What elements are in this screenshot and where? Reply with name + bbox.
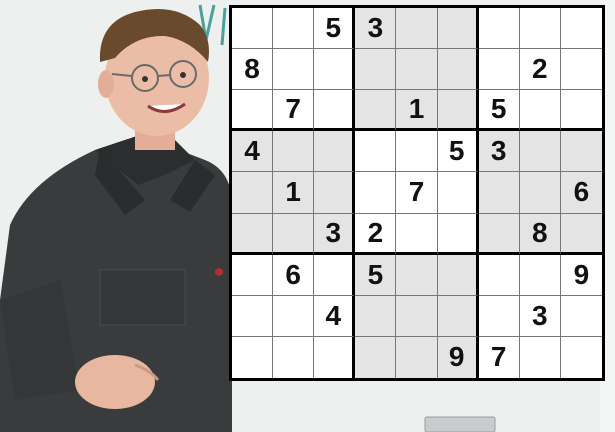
sudoku-cell-r9c4[interactable] [355,336,397,378]
sudoku-cell-r2c8[interactable]: 2 [519,49,561,91]
sudoku-cell-r6c5[interactable] [396,213,438,255]
sudoku-cell-r4c9[interactable] [560,131,602,173]
sudoku-cell-r1c4[interactable]: 3 [355,8,397,50]
sudoku-cell-r4c3[interactable] [314,131,356,173]
sudoku-cell-r9c3[interactable] [314,336,356,378]
sudoku-cell-r5c2[interactable]: 1 [273,172,315,214]
sudoku-cell-r8c7[interactable] [478,295,520,337]
sudoku-cell-r8c2[interactable] [273,295,315,337]
sudoku-cell-r2c2[interactable] [273,49,315,91]
sudoku-cell-r9c6[interactable]: 9 [437,336,479,378]
sudoku-cell-r5c7[interactable] [478,172,520,214]
sudoku-cell-r3c1[interactable] [232,90,274,132]
sudoku-cell-r4c8[interactable] [519,131,561,173]
sudoku-cell-r8c4[interactable] [355,295,397,337]
sudoku-cell-r2c3[interactable] [314,49,356,91]
sudoku-cell-r9c9[interactable] [561,337,602,378]
sudoku-cell-r5c6[interactable] [437,172,479,214]
sudoku-cell-r8c6[interactable] [437,295,479,337]
sudoku-cell-r4c7[interactable]: 3 [478,131,520,173]
sudoku-cell-r7c5[interactable] [396,254,438,296]
sudoku-cell-r3c6[interactable] [437,90,479,132]
sudoku-cell-r6c1[interactable] [232,213,274,255]
sudoku-cell-r2c9[interactable] [560,49,602,91]
sudoku-cell-r1c9[interactable] [560,8,602,50]
sudoku-cell-r2c4[interactable] [355,49,397,91]
sudoku-cell-r3c2[interactable]: 7 [273,90,315,132]
sudoku-cell-r2c5[interactable] [396,49,438,91]
sudoku-cell-r1c7[interactable] [478,8,520,50]
sudoku-cell-r2c1[interactable]: 8 [232,49,274,91]
sudoku-cell-r5c5[interactable]: 7 [396,172,438,214]
sudoku-cell-r3c7[interactable]: 5 [478,90,520,132]
sudoku-cell-r3c3[interactable] [314,90,356,132]
sudoku-cell-r6c9[interactable] [560,213,602,255]
sudoku-cell-r7c7[interactable] [478,254,520,296]
sudoku-cell-r1c2[interactable] [273,8,315,50]
sudoku-cell-r4c4[interactable] [355,131,397,173]
sudoku-cell-r2c7[interactable] [478,49,520,91]
sudoku-cell-r8c5[interactable] [396,295,438,337]
sudoku-board: 53827154531763286594397 [229,5,605,381]
sudoku-cell-r5c1[interactable] [232,172,274,214]
sudoku-cell-r1c1[interactable] [232,8,274,50]
sudoku-cell-r4c6[interactable]: 5 [437,131,479,173]
sudoku-cell-r8c8[interactable]: 3 [519,295,561,337]
sudoku-cell-r7c4[interactable]: 5 [355,254,397,296]
sudoku-cell-r6c8[interactable]: 8 [519,213,561,255]
sudoku-cell-r2c6[interactable] [437,49,479,91]
sudoku-cell-r5c3[interactable] [314,172,356,214]
sudoku-cell-r3c4[interactable] [355,90,397,132]
sudoku-cell-r9c1[interactable] [232,336,274,378]
sudoku-cell-r9c8[interactable] [520,336,561,378]
sudoku-cell-r8c1[interactable] [232,295,274,337]
sudoku-cell-r1c8[interactable] [519,8,561,50]
sudoku-cell-r1c3[interactable]: 5 [314,8,356,50]
sudoku-cell-r4c5[interactable] [396,131,438,173]
sudoku-cell-r3c8[interactable] [519,90,561,132]
sudoku-cell-r9c7[interactable]: 7 [479,336,520,378]
sudoku-cell-r4c2[interactable] [273,131,315,173]
sudoku-cell-r7c1[interactable] [232,254,274,296]
sudoku-cell-r9c2[interactable] [273,336,315,378]
sudoku-cell-r3c5[interactable]: 1 [396,90,438,132]
sudoku-cell-r5c8[interactable] [519,172,561,214]
sudoku-cell-r7c9[interactable]: 9 [560,255,602,296]
sudoku-cell-r4c1[interactable]: 4 [232,131,274,173]
sudoku-cell-r6c2[interactable] [273,213,315,255]
sudoku-cell-r7c2[interactable]: 6 [273,254,315,296]
sudoku-cell-r6c4[interactable]: 2 [355,213,397,255]
sudoku-cell-r6c6[interactable] [437,213,479,255]
sudoku-cell-r7c3[interactable] [314,254,356,296]
sudoku-cell-r9c5[interactable] [396,336,438,378]
sudoku-cell-r6c3[interactable]: 3 [314,213,356,255]
sudoku-cell-r5c9[interactable]: 6 [560,172,602,214]
sudoku-cell-r5c4[interactable] [355,172,397,214]
sudoku-cell-r3c9[interactable] [560,90,602,132]
sudoku-cell-r7c8[interactable] [519,254,561,296]
sudoku-cell-r6c7[interactable] [478,213,520,255]
sudoku-cell-r1c5[interactable] [396,8,438,50]
sudoku-cell-r8c3[interactable]: 4 [314,295,356,337]
sudoku-cell-r7c6[interactable] [437,254,479,296]
sudoku-cell-r1c6[interactable] [437,8,479,50]
sudoku-cell-r8c9[interactable] [560,296,602,337]
